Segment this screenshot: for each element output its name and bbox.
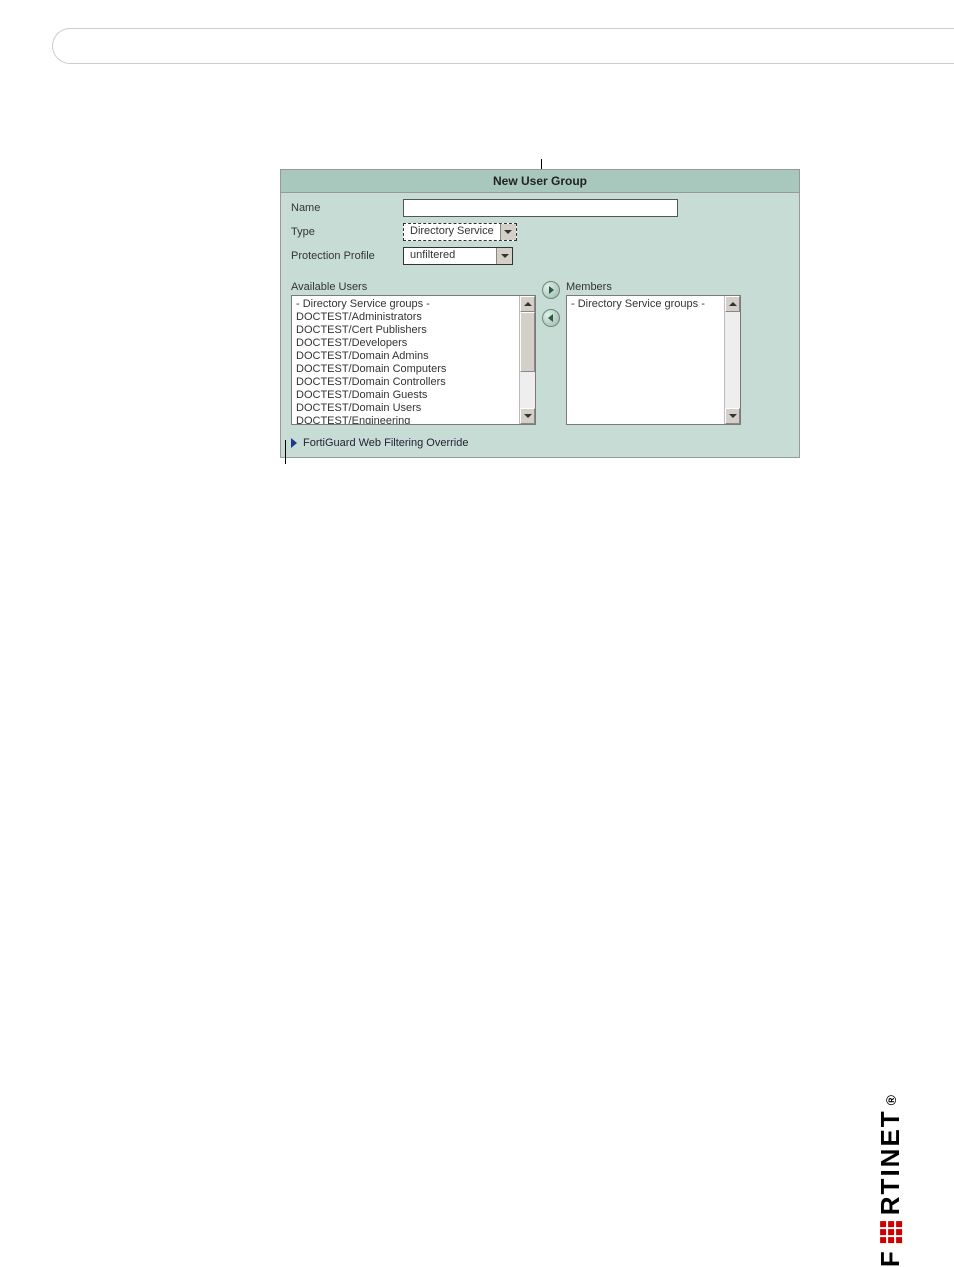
scroll-down-icon[interactable] [725, 408, 740, 424]
list-item[interactable]: DOCTEST/Domain Computers [292, 363, 519, 376]
name-label: Name [291, 202, 403, 214]
list-item[interactable]: - Directory Service groups - [292, 298, 519, 311]
protection-profile-value: unfiltered [404, 248, 496, 264]
chevron-down-icon [496, 248, 512, 264]
list-item[interactable]: DOCTEST/Domain Controllers [292, 376, 519, 389]
scroll-track[interactable] [725, 312, 740, 408]
fortinet-logo: F RTINET ® [875, 1093, 906, 1267]
type-row: Type Directory Service [291, 223, 789, 241]
list-item[interactable]: DOCTEST/Developers [292, 337, 519, 350]
scroll-up-icon[interactable] [520, 296, 535, 312]
scroll-track[interactable] [520, 312, 535, 408]
type-label: Type [291, 226, 403, 238]
type-select[interactable]: Directory Service [403, 223, 517, 241]
list-item[interactable]: DOCTEST/Engineering [292, 415, 519, 424]
scroll-down-icon[interactable] [520, 408, 535, 424]
list-item[interactable]: DOCTEST/Domain Admins [292, 350, 519, 363]
scrollbar[interactable] [724, 296, 740, 424]
annotation-line [285, 440, 286, 464]
protection-profile-label: Protection Profile [291, 250, 403, 262]
list-item[interactable]: DOCTEST/Administrators [292, 311, 519, 324]
logo-text-part1: F [875, 1249, 906, 1267]
name-row: Name [291, 199, 789, 217]
list-item[interactable]: - Directory Service groups - [567, 298, 724, 311]
available-users-listbox[interactable]: - Directory Service groups - DOCTEST/Adm… [291, 295, 536, 425]
logo-text-part2: RTINET [875, 1109, 906, 1215]
expand-right-icon [291, 438, 297, 448]
list-item[interactable]: DOCTEST/Domain Guests [292, 389, 519, 402]
move-right-button[interactable] [542, 281, 560, 299]
list-item[interactable]: DOCTEST/Domain Users [292, 402, 519, 415]
type-value: Directory Service [404, 224, 500, 240]
scrollbar[interactable] [519, 296, 535, 424]
logo-dot: ® [883, 1093, 899, 1105]
fortiguard-override-toggle[interactable]: FortiGuard Web Filtering Override [281, 431, 799, 457]
list-item[interactable]: DOCTEST/Cert Publishers [292, 324, 519, 337]
scroll-up-icon[interactable] [725, 296, 740, 312]
protection-profile-select[interactable]: unfiltered [403, 247, 513, 265]
available-users-label: Available Users [291, 281, 536, 293]
logo-grid-icon [880, 1221, 902, 1243]
new-user-group-dialog: New User Group Name Type Directory Servi… [280, 169, 800, 458]
protection-row: Protection Profile unfiltered [291, 247, 789, 265]
members-listbox[interactable]: - Directory Service groups - [566, 295, 741, 425]
move-left-button[interactable] [542, 309, 560, 327]
dialog-title: New User Group [281, 170, 799, 193]
chevron-down-icon [500, 224, 516, 240]
breadcrumb-bar [52, 28, 954, 64]
members-label: Members [566, 281, 741, 293]
fortiguard-override-label: FortiGuard Web Filtering Override [303, 437, 468, 449]
name-input[interactable] [403, 199, 678, 217]
scroll-thumb[interactable] [520, 312, 535, 372]
